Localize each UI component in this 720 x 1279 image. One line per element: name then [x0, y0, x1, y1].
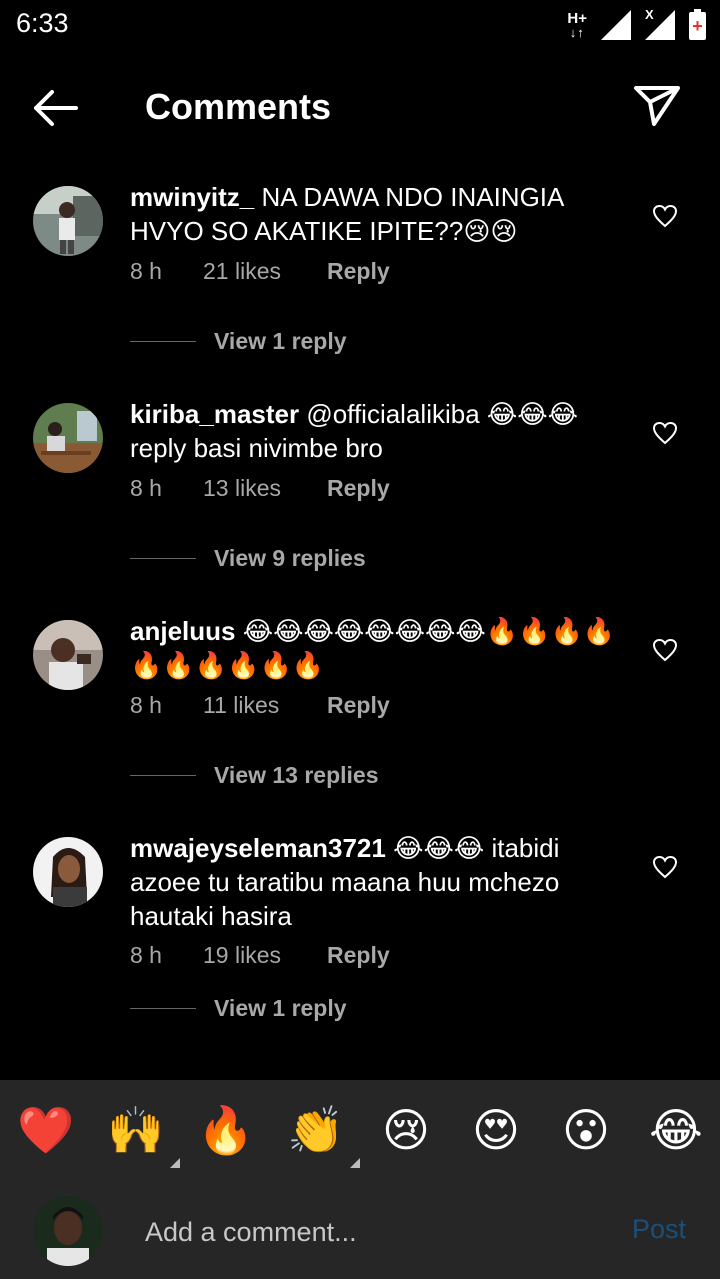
divider-line: [130, 341, 196, 342]
like-heart-icon[interactable]: [652, 204, 678, 228]
comment-time: 8 h: [130, 258, 162, 284]
comment-emojis: 😢😢: [463, 216, 518, 246]
status-icons: H+ ↓↑: [567, 8, 706, 40]
like-heart-icon[interactable]: [652, 855, 678, 879]
signal-strength-icon: [601, 10, 631, 40]
comment: mwinyitz_ NA DAWA NDO INAINGIA HVYO SO A…: [0, 178, 720, 395]
reaction-heart-icon[interactable]: ❤️: [16, 1100, 76, 1160]
comment-text: anjeluus 😂😂😂😂😂😂😂😂🔥🔥🔥🔥🔥🔥🔥🔥🔥🔥: [130, 614, 620, 682]
comment-text: mwinyitz_ NA DAWA NDO INAINGIA HVYO SO A…: [130, 180, 620, 248]
view-replies-button[interactable]: View 1 reply: [130, 995, 347, 1022]
quick-reactions: ❤️ 🙌 🔥 👏 😢 😍 😮 😂: [0, 1100, 720, 1170]
avatar-image: [33, 1196, 103, 1266]
avatar[interactable]: [33, 837, 103, 907]
battery-charging-icon: [689, 9, 706, 40]
comment-username[interactable]: kiriba_master: [130, 399, 299, 429]
view-replies-label: View 9 replies: [214, 545, 366, 571]
comment: kiriba_master @officialalikiba 😂😂😂 reply…: [0, 395, 720, 612]
comment-time: 8 h: [130, 942, 162, 968]
current-user-avatar: [33, 1196, 103, 1266]
reply-button[interactable]: Reply: [327, 692, 390, 719]
reply-button[interactable]: Reply: [327, 475, 390, 502]
avatar[interactable]: [33, 186, 103, 256]
view-replies-label: View 1 reply: [214, 328, 347, 354]
header: Comments: [0, 70, 720, 146]
comment-emojis: 😂😂😂: [393, 833, 485, 863]
comment-username[interactable]: anjeluus: [130, 616, 235, 646]
network-type-indicator: H+ ↓↑: [567, 10, 587, 40]
comment-message: @officialalikiba: [299, 399, 487, 429]
comment-time: 8 h: [130, 475, 162, 501]
comment-text: mwajeyseleman3721 😂😂😂 itabidi azoee tu t…: [130, 831, 620, 933]
comment-input[interactable]: [145, 1210, 595, 1254]
comment-list: mwinyitz_ NA DAWA NDO INAINGIA HVYO SO A…: [0, 178, 720, 1079]
avatar-image: [33, 620, 103, 690]
comment-meta: 8 h 21 likes Reply: [130, 258, 390, 285]
status-time: 6:33: [16, 8, 69, 38]
comment-likes[interactable]: 19 likes: [203, 942, 327, 969]
reaction-raised-hands-glyph: 🙌: [107, 1104, 165, 1156]
comment-meta: 8 h 19 likes Reply: [130, 942, 390, 969]
view-replies-label: View 13 replies: [214, 762, 379, 788]
reaction-raised-hands-icon[interactable]: 🙌: [106, 1100, 180, 1168]
page-title: Comments: [145, 86, 332, 127]
view-replies-button[interactable]: View 1 reply: [130, 328, 347, 355]
reaction-heart-eyes-icon[interactable]: 😍: [466, 1100, 526, 1160]
like-heart-icon[interactable]: [652, 421, 678, 445]
network-activity-arrows: ↓↑: [569, 25, 585, 40]
avatar[interactable]: [33, 403, 103, 473]
view-replies-label: View 1 reply: [214, 995, 347, 1021]
view-replies-button[interactable]: View 13 replies: [130, 762, 379, 789]
like-heart-icon[interactable]: [652, 638, 678, 662]
comment-username[interactable]: mwinyitz_: [130, 182, 254, 212]
reply-button[interactable]: Reply: [327, 258, 390, 285]
avatar-image: [33, 403, 103, 473]
divider-line: [130, 558, 196, 559]
comment-composer: Post: [0, 1192, 720, 1272]
reaction-clapping-hands-icon[interactable]: 👏: [286, 1100, 360, 1168]
comment-likes[interactable]: 11 likes: [203, 692, 327, 719]
reaction-surprised-face-icon[interactable]: 😮: [556, 1100, 616, 1160]
reaction-crying-face-icon[interactable]: 😢: [376, 1100, 436, 1160]
comment-likes[interactable]: 13 likes: [203, 475, 327, 502]
comment-likes[interactable]: 21 likes: [203, 258, 327, 285]
comment-message: [386, 833, 393, 863]
avatar-image: [33, 186, 103, 256]
reaction-clapping-hands-glyph: 👏: [287, 1104, 345, 1156]
divider-line: [130, 775, 196, 776]
comment-meta: 8 h 11 likes Reply: [130, 692, 390, 719]
avatar-image: [33, 837, 103, 907]
share-button[interactable]: [632, 82, 682, 128]
comment-text: kiriba_master @officialalikiba 😂😂😂 reply…: [130, 397, 620, 465]
comment: mwajeyseleman3721 😂😂😂 itabidi azoee tu t…: [0, 829, 720, 1079]
reaction-tears-of-joy-icon[interactable]: 😂: [646, 1100, 706, 1160]
comment-username[interactable]: mwajeyseleman3721: [130, 833, 386, 863]
comment-time: 8 h: [130, 692, 162, 718]
reaction-fire-icon[interactable]: 🔥: [196, 1100, 256, 1160]
skin-tone-indicator: [350, 1158, 360, 1168]
comment-meta: 8 h 13 likes Reply: [130, 475, 390, 502]
view-replies-button[interactable]: View 9 replies: [130, 545, 366, 572]
status-bar: 6:33 H+ ↓↑: [0, 0, 720, 50]
arrow-left-icon: [34, 90, 78, 126]
skin-tone-indicator: [170, 1158, 180, 1168]
post-button[interactable]: Post: [632, 1214, 686, 1245]
comment-composer-bar: ❤️ 🙌 🔥 👏 😢 😍 😮 😂 Post: [0, 1080, 720, 1279]
comment-message-continued: reply basi nivimbe bro: [130, 433, 383, 463]
avatar[interactable]: [33, 620, 103, 690]
no-signal-icon: [645, 10, 675, 40]
paper-plane-icon: [634, 86, 680, 126]
comment-message: [235, 616, 242, 646]
comment-emojis: 😂😂😂: [486, 399, 579, 429]
reply-button[interactable]: Reply: [327, 942, 390, 969]
network-type-label: H+: [567, 10, 587, 27]
back-button[interactable]: [30, 88, 80, 128]
comment: anjeluus 😂😂😂😂😂😂😂😂🔥🔥🔥🔥🔥🔥🔥🔥🔥🔥 8 h 11 likes…: [0, 612, 720, 829]
divider-line: [130, 1008, 196, 1009]
